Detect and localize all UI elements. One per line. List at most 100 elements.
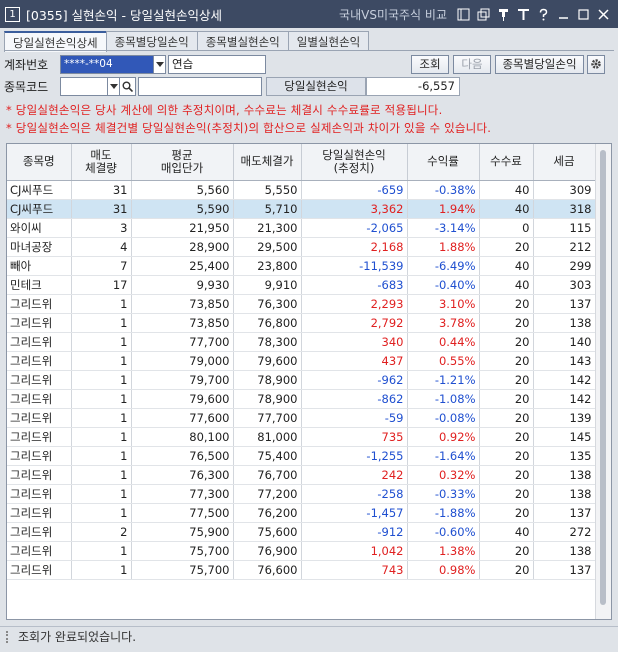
table-row[interactable]: 그리드위 1 77,500 76,200 -1,457 -1.88% 20 137 bbox=[7, 503, 596, 523]
stock-code-dropdown-icon[interactable] bbox=[108, 76, 120, 96]
stock-code-input[interactable] bbox=[60, 76, 108, 96]
column-header[interactable]: 수익률 bbox=[407, 144, 480, 181]
table-row[interactable]: CJ씨푸드 31 5,590 5,710 3,362 1.94% 40 318 bbox=[7, 199, 596, 219]
table-cell: 76,600 bbox=[233, 560, 302, 580]
table-row[interactable]: CJ씨푸드 31 5,560 5,550 -659 -0.38% 40 309 bbox=[7, 180, 596, 200]
table-row[interactable]: 그리드위 1 73,850 76,800 2,792 3.78% 20 138 bbox=[7, 313, 596, 333]
table-cell: 78,300 bbox=[233, 332, 302, 352]
table-cell: 2 bbox=[71, 522, 132, 542]
table-cell: 0.55% bbox=[407, 351, 480, 371]
column-header[interactable]: 매도체결가 bbox=[233, 144, 302, 181]
table-cell: 1 bbox=[71, 370, 132, 390]
table-row[interactable]: 그리드위 1 73,850 76,300 2,293 3.10% 20 137 bbox=[7, 294, 596, 314]
maximize-icon[interactable] bbox=[575, 6, 592, 23]
window-list-icon[interactable] bbox=[455, 6, 472, 23]
screen-number-badge: 1 bbox=[5, 6, 20, 22]
table-cell: 735 bbox=[301, 427, 408, 447]
table-cell: 79,000 bbox=[131, 351, 234, 371]
table-row[interactable]: 그리드위 1 77,700 78,300 340 0.44% 20 140 bbox=[7, 332, 596, 352]
table-cell: 78,900 bbox=[233, 370, 302, 390]
table-cell: 5,590 bbox=[131, 199, 234, 219]
table-cell: -1.21% bbox=[407, 370, 480, 390]
table-cell: 21,950 bbox=[131, 218, 234, 238]
column-header[interactable]: 매도 체결량 bbox=[71, 144, 132, 181]
table-cell: 79,600 bbox=[131, 389, 234, 409]
table-cell: -0.33% bbox=[407, 484, 480, 504]
table-row[interactable]: 그리드위 1 75,700 76,900 1,042 1.38% 20 138 bbox=[7, 541, 596, 561]
table-cell: 1 bbox=[71, 541, 132, 561]
table-row[interactable]: 그리드위 1 76,500 75,400 -1,255 -1.64% 20 135 bbox=[7, 446, 596, 466]
table-row[interactable]: 와이씨 3 21,950 21,300 -2,065 -3.14% 0 115 bbox=[7, 218, 596, 238]
table-cell: -1.64% bbox=[407, 446, 480, 466]
table-cell: 77,200 bbox=[233, 484, 302, 504]
table-cell: 77,500 bbox=[131, 503, 234, 523]
notice-difference: * 당일실현손익은 체결건별 당일실현손익(추정치)의 합산으로 실제손익과 차… bbox=[6, 121, 492, 135]
table-cell: 1 bbox=[71, 446, 132, 466]
table-row[interactable]: 그리드위 2 75,900 75,600 -912 -0.60% 40 272 bbox=[7, 522, 596, 542]
table-row[interactable]: 그리드위 1 79,000 79,600 437 0.55% 20 143 bbox=[7, 351, 596, 371]
table-row[interactable]: 그리드위 1 77,600 77,700 -59 -0.08% 20 139 bbox=[7, 408, 596, 428]
font-size-icon[interactable] bbox=[515, 6, 532, 23]
tab-daily-realized-detail[interactable]: 당일실현손익상세 bbox=[4, 31, 107, 52]
table-row[interactable]: 마녀공장 4 28,900 29,500 2,168 1.88% 20 212 bbox=[7, 237, 596, 257]
column-header[interactable]: 종목명 bbox=[7, 144, 72, 181]
table-cell: 25,400 bbox=[131, 256, 234, 276]
tab-stock-realized-pnl[interactable]: 종목별실현손익 bbox=[196, 31, 289, 51]
pin-icon[interactable] bbox=[495, 6, 512, 23]
query-button[interactable]: 조회 bbox=[411, 54, 449, 74]
table-cell: 73,850 bbox=[131, 313, 234, 333]
stock-code-row: 종목코드 당일실현손익 -6,557 bbox=[4, 76, 460, 96]
account-dropdown-icon[interactable] bbox=[154, 54, 166, 74]
table-cell: 그리드위 bbox=[7, 351, 72, 371]
table-cell: 1 bbox=[71, 313, 132, 333]
table-row[interactable]: 그리드위 1 75,700 76,600 743 0.98% 20 137 bbox=[7, 560, 596, 580]
table-row[interactable]: 빼아 7 25,400 23,800 -11,539 -6.49% 40 299 bbox=[7, 256, 596, 276]
table-cell: 1 bbox=[71, 484, 132, 504]
scrollbar-thumb[interactable] bbox=[600, 150, 606, 605]
search-icon[interactable] bbox=[120, 76, 136, 96]
table-cell: 2,792 bbox=[301, 313, 408, 333]
tab-stock-daily-pnl[interactable]: 종목별당일손익 bbox=[105, 31, 198, 51]
stock-daily-pnl-button[interactable]: 종목별당일손익 bbox=[495, 54, 584, 74]
table-cell: 138 bbox=[533, 541, 596, 561]
table-cell: -1,457 bbox=[301, 503, 408, 523]
column-header-line1: 평균 bbox=[171, 147, 193, 162]
table-row[interactable]: 그리드위 1 79,700 78,900 -962 -1.21% 20 142 bbox=[7, 370, 596, 390]
column-header[interactable]: 세금 bbox=[533, 144, 596, 181]
column-header[interactable]: 평균 매입단가 bbox=[131, 144, 234, 181]
table-cell: -659 bbox=[301, 180, 408, 200]
minimize-icon[interactable] bbox=[555, 6, 572, 23]
account-number-field[interactable]: ****-**04 bbox=[60, 54, 154, 74]
column-header-line2: 매입단가 bbox=[160, 160, 204, 175]
table-cell: 75,400 bbox=[233, 446, 302, 466]
compare-link[interactable]: 국내VS미국주식 비교 bbox=[339, 6, 447, 23]
settings-gear-icon[interactable] bbox=[587, 54, 605, 74]
table-cell: 0.92% bbox=[407, 427, 480, 447]
table-cell: 20 bbox=[479, 389, 534, 409]
table-row[interactable]: 그리드위 1 80,100 81,000 735 0.92% 20 145 bbox=[7, 427, 596, 447]
column-header[interactable]: 수수료 bbox=[479, 144, 534, 181]
table-row[interactable]: 그리드위 1 76,300 76,700 242 0.32% 20 138 bbox=[7, 465, 596, 485]
copy-window-icon[interactable] bbox=[475, 6, 492, 23]
table-row[interactable]: 민테크 17 9,930 9,910 -683 -0.40% 40 303 bbox=[7, 275, 596, 295]
table-cell: 78,900 bbox=[233, 389, 302, 409]
table-cell: 20 bbox=[479, 446, 534, 466]
help-icon[interactable] bbox=[535, 6, 552, 23]
table-cell: 3 bbox=[71, 218, 132, 238]
table-cell: 76,700 bbox=[233, 465, 302, 485]
column-header-line1: 당일실현손익 bbox=[322, 147, 386, 162]
table-cell: -0.38% bbox=[407, 180, 480, 200]
table-cell: 그리드위 bbox=[7, 427, 72, 447]
tab-daily-realized-pnl[interactable]: 일별실현손익 bbox=[287, 31, 370, 51]
column-header[interactable]: 당일실현손익 (추정치) bbox=[301, 144, 408, 181]
close-icon[interactable] bbox=[595, 6, 612, 23]
table-cell: 1 bbox=[71, 560, 132, 580]
next-button[interactable]: 다음 bbox=[453, 54, 491, 74]
vertical-scrollbar[interactable] bbox=[595, 144, 611, 619]
table-cell: 그리드위 bbox=[7, 313, 72, 333]
table-cell: 20 bbox=[479, 351, 534, 371]
table-row[interactable]: 그리드위 1 77,300 77,200 -258 -0.33% 20 138 bbox=[7, 484, 596, 504]
table-row[interactable]: 그리드위 1 79,600 78,900 -862 -1.08% 20 142 bbox=[7, 389, 596, 409]
status-bar: 조회가 완료되었습니다. bbox=[0, 626, 618, 646]
table-cell: 그리드위 bbox=[7, 389, 72, 409]
